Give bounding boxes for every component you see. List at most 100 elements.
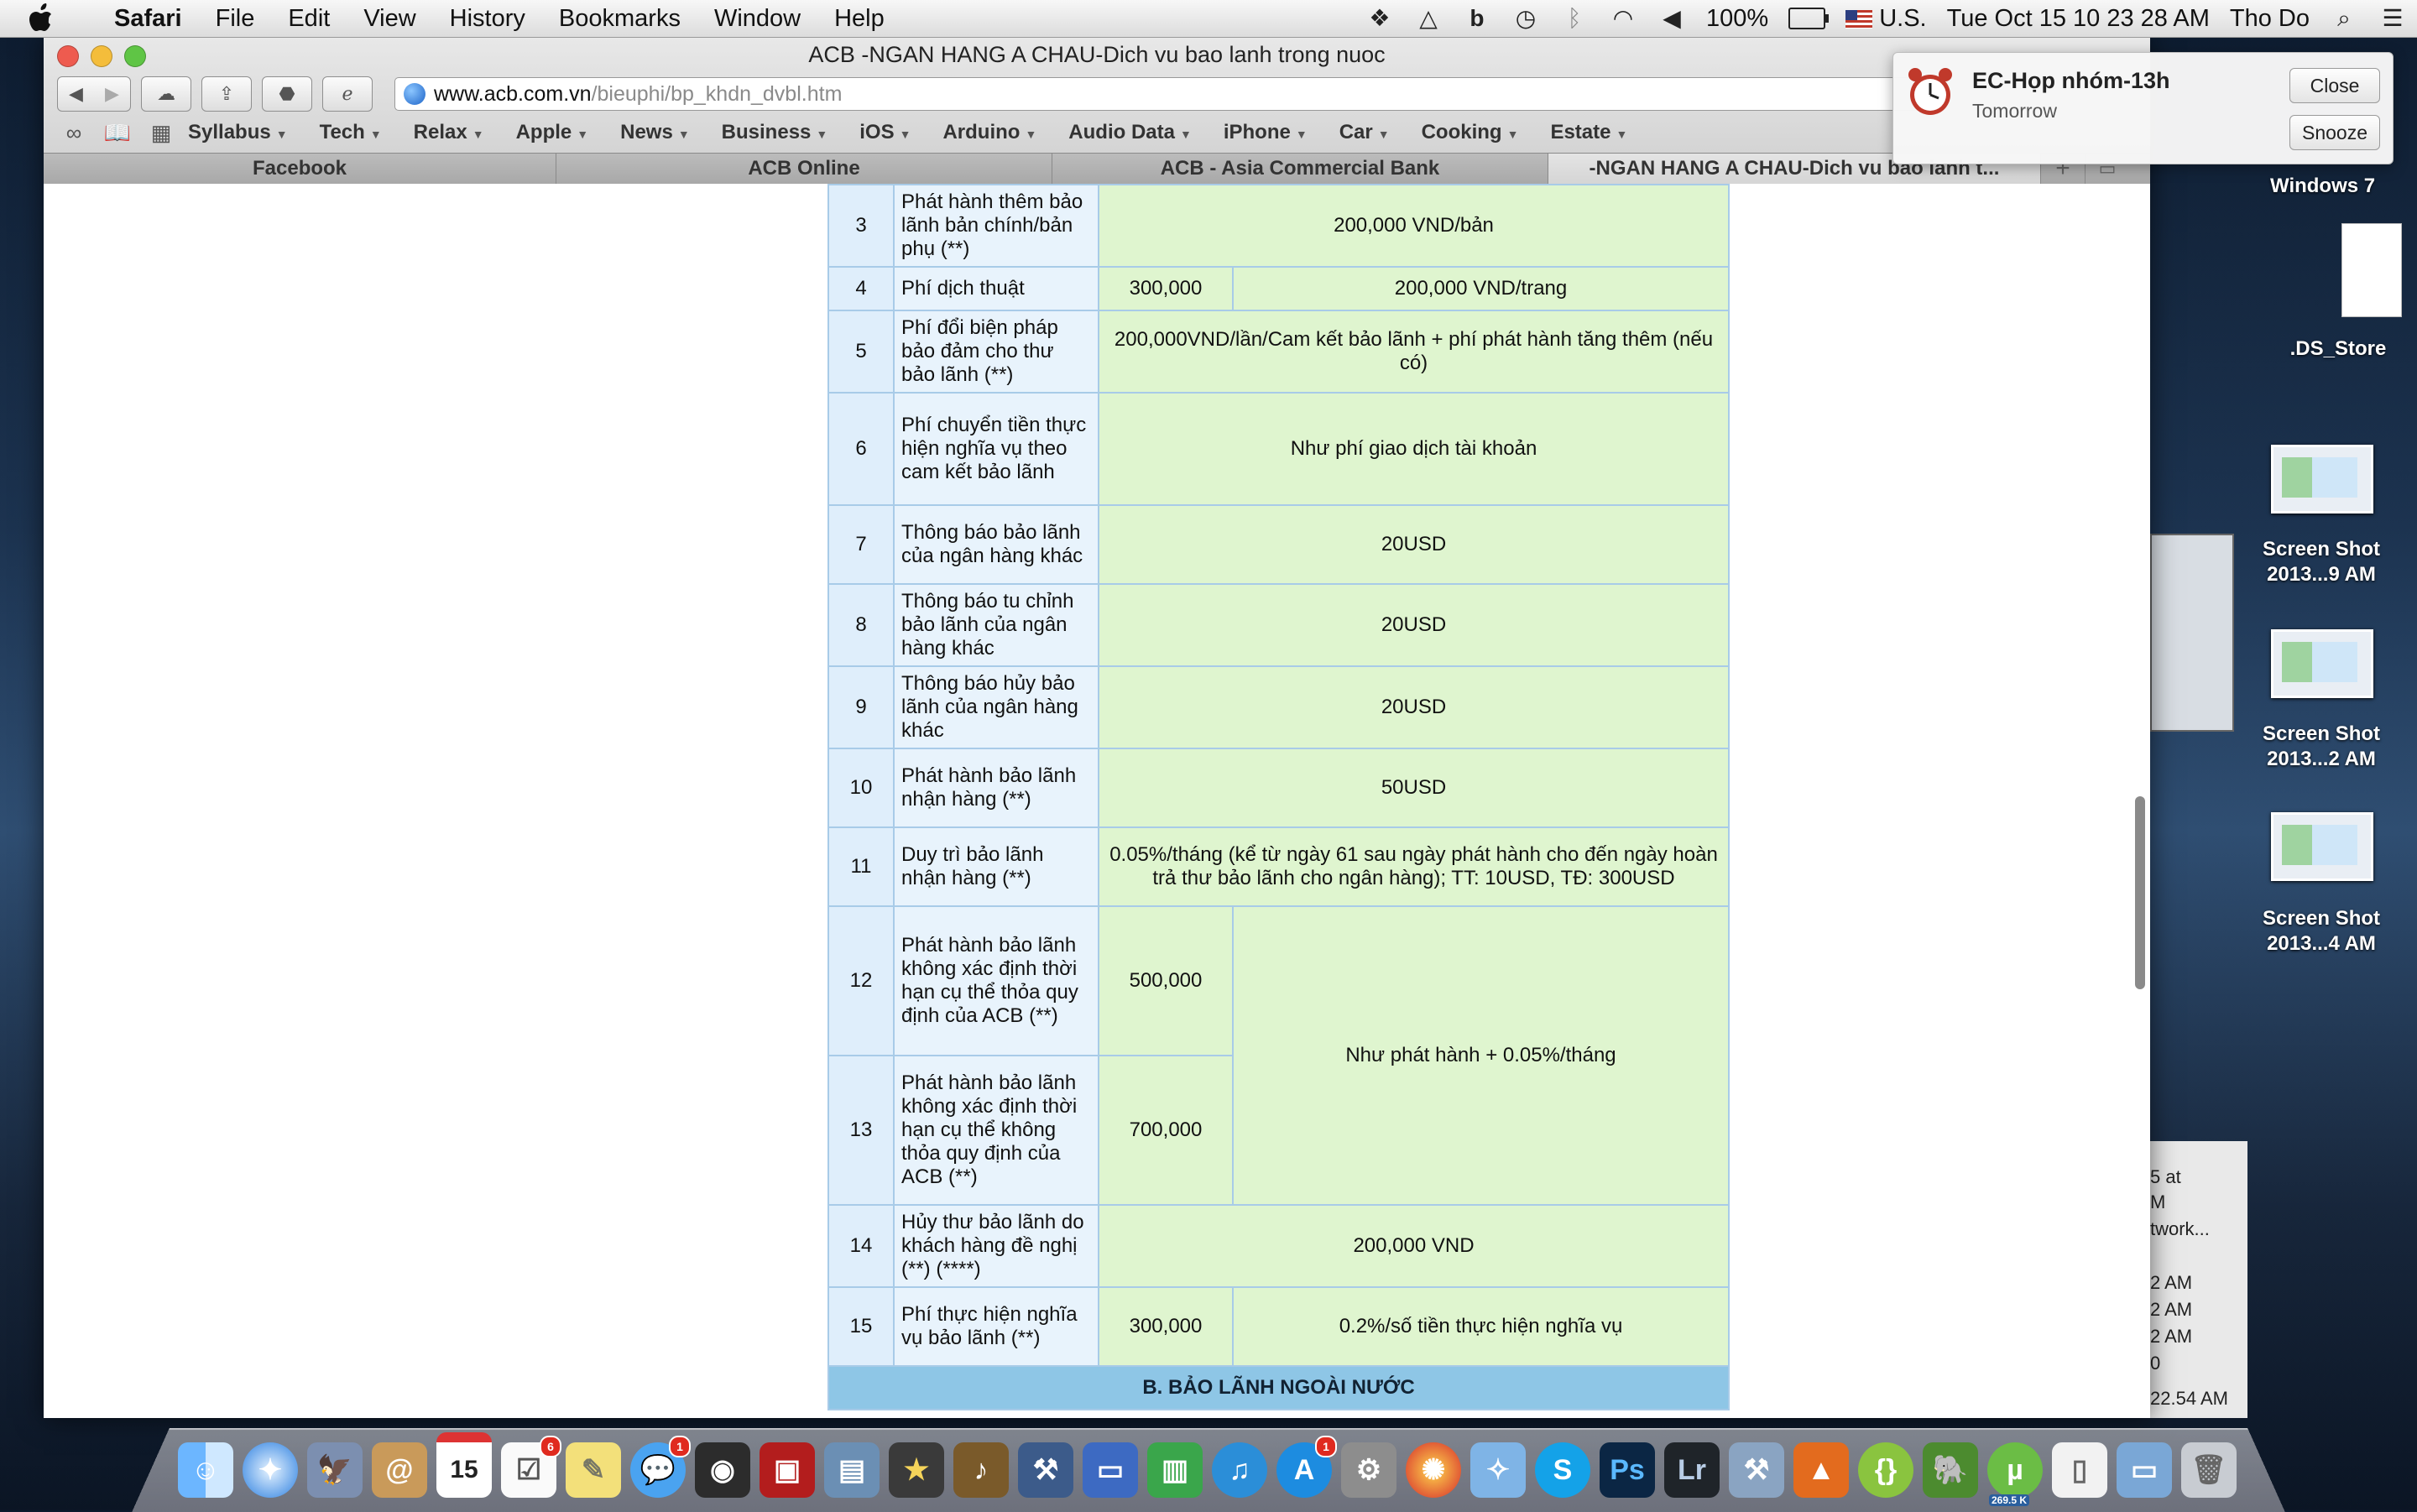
- reading-list-icon[interactable]: ∞: [57, 120, 91, 146]
- menu-help[interactable]: Help: [817, 5, 901, 33]
- menu-edit[interactable]: Edit: [271, 5, 347, 33]
- menu-window[interactable]: Window: [697, 5, 817, 33]
- extension-button-1[interactable]: ⬣: [262, 76, 312, 112]
- facetime-icon[interactable]: ◉: [695, 1442, 750, 1498]
- menu-history[interactable]: History: [433, 5, 542, 33]
- back-forward-buttons: ◀ ▶: [57, 76, 131, 112]
- bookmark-folder-news[interactable]: News ▼: [620, 121, 690, 144]
- numbers-icon[interactable]: ▥: [1147, 1442, 1203, 1498]
- forward-arrow-icon[interactable]: ▶: [105, 83, 119, 105]
- calendar-icon[interactable]: 15: [436, 1432, 492, 1498]
- address-bar[interactable]: www.acb.com.vn/bieuphi/bp_khdn_dvbl.htm: [394, 77, 1940, 111]
- bookmark-folder-cooking[interactable]: Cooking ▼: [1422, 121, 1519, 144]
- bluetooth-icon[interactable]: ᛒ: [1560, 6, 1589, 31]
- screenshot-thumbnail-2[interactable]: [2271, 629, 2373, 698]
- iphoto-icon[interactable]: ▤: [824, 1442, 880, 1498]
- utorrent-icon[interactable]: µ 269.5 K: [1987, 1442, 2043, 1506]
- bookmark-label: Car: [1339, 121, 1373, 143]
- photo-booth-icon[interactable]: ▣: [760, 1442, 815, 1498]
- lightroom-label: Lr: [1678, 1453, 1706, 1486]
- desktop-volume-label[interactable]: Windows 7: [2270, 175, 2375, 198]
- tab-acb-asia-commercial-bank[interactable]: ACB - Asia Commercial Bank: [1052, 154, 1548, 184]
- screenshot-3-line1: Screen Shot: [2262, 907, 2381, 930]
- app-store-icon[interactable]: A1: [1276, 1436, 1337, 1498]
- bookmarks-book-icon[interactable]: 📖: [101, 120, 134, 146]
- menu-file[interactable]: File: [199, 5, 272, 33]
- user-menu[interactable]: Tho Do: [2230, 5, 2310, 33]
- skype-icon[interactable]: S: [1535, 1442, 1590, 1498]
- notification-snooze-button[interactable]: Snooze: [2289, 115, 2380, 150]
- row-number: 6: [827, 392, 895, 506]
- messages-icon[interactable]: 💬 1: [630, 1436, 691, 1498]
- battery-percent[interactable]: 100%: [1706, 5, 1768, 33]
- screenshot-2-label[interactable]: Screen Shot 2013...2 AM: [2254, 722, 2388, 772]
- evernote-icon[interactable]: 🐘: [1923, 1442, 1978, 1498]
- aperture-icon[interactable]: ✺: [1406, 1442, 1461, 1498]
- itunes-icon[interactable]: ♫: [1212, 1442, 1267, 1498]
- bookmark-folder-iphone[interactable]: iPhone ▼: [1224, 121, 1308, 144]
- wifi-icon[interactable]: ◠: [1609, 6, 1637, 31]
- brackets-icon[interactable]: {}: [1858, 1442, 1913, 1498]
- lightroom-icon[interactable]: Lr: [1664, 1442, 1720, 1498]
- fee-minimum: 300,000: [1098, 266, 1234, 311]
- preview-icon[interactable]: ✧: [1470, 1442, 1526, 1498]
- screenshot-thumbnail-3[interactable]: [2271, 812, 2373, 881]
- spotlight-search-icon[interactable]: ⌕: [2330, 6, 2358, 31]
- icloud-tabs-button[interactable]: ☁: [141, 76, 191, 112]
- tab-facebook[interactable]: Facebook: [44, 154, 556, 184]
- safari-icon[interactable]: ✦: [243, 1442, 298, 1498]
- menu-bookmarks[interactable]: Bookmarks: [542, 5, 697, 33]
- notification-close-button[interactable]: Close: [2289, 68, 2380, 103]
- screenshot-1-label[interactable]: Screen Shot 2013...9 AM: [2254, 537, 2388, 587]
- apple-menu-icon[interactable]: [29, 3, 72, 34]
- bookmark-folder-car[interactable]: Car ▼: [1339, 121, 1390, 144]
- ds-store-label[interactable]: .DS_Store: [2283, 337, 2394, 361]
- trash-icon[interactable]: 🗑: [2181, 1442, 2237, 1498]
- tab-acb-online[interactable]: ACB Online: [556, 154, 1052, 184]
- volume-icon[interactable]: ◀: [1657, 6, 1686, 31]
- extension-button-2[interactable]: ℯ: [322, 76, 373, 112]
- input-source[interactable]: U.S.: [1845, 5, 1927, 33]
- bookmark-folder-relax[interactable]: Relax ▼: [414, 121, 484, 144]
- notification-center-icon[interactable]: ☰: [2378, 6, 2407, 31]
- screenshot-thumbnail-1[interactable]: [2271, 445, 2373, 514]
- top-sites-grid-icon[interactable]: ▦: [144, 120, 178, 146]
- bookmark-folder-business[interactable]: Business ▼: [722, 121, 828, 144]
- app-menu-safari[interactable]: Safari: [89, 5, 199, 33]
- stickies-icon[interactable]: ✎: [566, 1442, 621, 1498]
- clock[interactable]: Tue Oct 15 10 23 28 AM: [1947, 5, 2210, 33]
- time-machine-icon[interactable]: ◷: [1511, 6, 1540, 31]
- dropbox-icon[interactable]: ❖: [1365, 6, 1394, 31]
- back-arrow-icon[interactable]: ◀: [69, 83, 83, 105]
- google-drive-icon[interactable]: △: [1414, 6, 1443, 31]
- bookmark-folder-audio-data[interactable]: Audio Data ▼: [1068, 121, 1192, 144]
- imovie-icon[interactable]: ★: [889, 1442, 944, 1498]
- xcode-icon[interactable]: ⚒: [1018, 1442, 1073, 1498]
- bookmark-folder-ios[interactable]: iOS ▼: [859, 121, 911, 144]
- battery-icon[interactable]: [1788, 8, 1830, 29]
- bookmark-folder-syllabus[interactable]: Syllabus ▼: [188, 121, 288, 144]
- garageband-icon[interactable]: ♪: [953, 1442, 1009, 1498]
- applications-folder-icon[interactable]: ▭: [2117, 1442, 2172, 1498]
- finder-icon[interactable]: ☺: [178, 1442, 233, 1498]
- hawk-app-icon[interactable]: 🦅: [307, 1442, 363, 1498]
- b-app-icon[interactable]: b: [1463, 6, 1491, 31]
- system-preferences-icon[interactable]: ⚙: [1341, 1442, 1396, 1498]
- photoshop-icon[interactable]: Ps: [1600, 1442, 1655, 1498]
- contacts-icon[interactable]: @: [372, 1442, 427, 1498]
- reminders-icon[interactable]: ☑ 6: [501, 1436, 561, 1498]
- share-button[interactable]: ⇪: [201, 76, 252, 112]
- bookmark-folder-estate[interactable]: Estate ▼: [1550, 121, 1627, 144]
- instruments-icon[interactable]: ⚒: [1729, 1442, 1784, 1498]
- menu-view[interactable]: View: [347, 5, 432, 33]
- matlab-icon[interactable]: ▲: [1793, 1442, 1849, 1498]
- vertical-scrollbar[interactable]: [2135, 796, 2145, 989]
- globe-icon: [404, 83, 425, 105]
- documents-stack-icon[interactable]: ▯: [2052, 1442, 2107, 1498]
- screenshot-3-label[interactable]: Screen Shot 2013...4 AM: [2254, 906, 2388, 957]
- keynote-icon[interactable]: ▭: [1083, 1442, 1138, 1498]
- bookmark-folder-apple[interactable]: Apple ▼: [516, 121, 589, 144]
- bookmark-folder-arduino[interactable]: Arduino ▼: [942, 121, 1036, 144]
- ds-store-file-icon[interactable]: [2341, 223, 2402, 317]
- bookmark-folder-tech[interactable]: Tech ▼: [320, 121, 382, 144]
